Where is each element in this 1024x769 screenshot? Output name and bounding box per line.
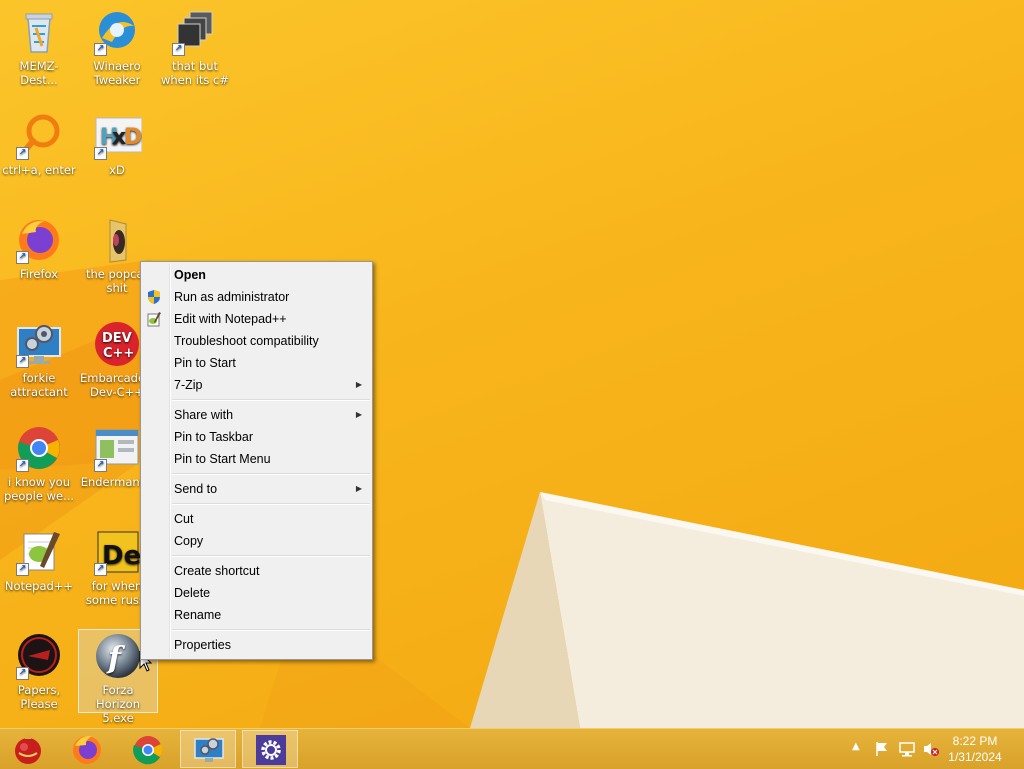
menu-separator (172, 399, 370, 401)
system-tray: ▲ (850, 729, 940, 769)
firefox-icon (73, 735, 101, 764)
clock-date: 1/31/2024 (948, 750, 1002, 764)
shortcut-arrow-icon: ↗ (94, 43, 107, 56)
de-icon: De ↗ (92, 528, 142, 578)
desktop-icon-label: Forza Horizon 5.exe (96, 683, 140, 725)
taskbar-firefox-button[interactable] (59, 730, 115, 768)
monitor-gear-icon (194, 738, 224, 762)
network-icon[interactable] (898, 741, 916, 757)
desktop-icon-label: that but when its c# (160, 59, 230, 87)
desktop-icon-i-know-you[interactable]: ↗ i know you people we... (0, 424, 78, 503)
desktop-icon-winaero[interactable]: ↗ Winaero Tweaker (78, 8, 156, 87)
menu-item-run-as-administrator[interactable]: Run as administrator (141, 286, 372, 308)
volume-muted-icon[interactable] (922, 741, 940, 757)
taskbar: ▲ 8:22 PM 1/31/2024 (0, 728, 1024, 769)
desktop-icon-notepadpp[interactable]: ↗ Notepad++ (0, 528, 78, 593)
menu-item-edit-with-notepadpp[interactable]: Edit with Notepad++ (141, 308, 372, 330)
desktop-icon-that-but-when[interactable]: ↗ that but when its c# (156, 8, 234, 87)
clock-time: 8:22 PM (952, 734, 998, 748)
magnifier-icon: ↗ (14, 112, 64, 162)
desktop-icon-label: Notepad++ (4, 579, 74, 593)
windows-stack-icon: ↗ (170, 8, 220, 58)
recycle-bin-icon (14, 8, 64, 58)
desktop[interactable]: MEMZ-Dest... ↗ Winaero Tweaker ↗ that bu… (0, 0, 1024, 728)
menu-item-delete[interactable]: Delete (141, 582, 372, 604)
menu-item-send-to[interactable]: Send to ▶ (141, 478, 372, 500)
shortcut-arrow-icon: ↗ (94, 459, 107, 472)
chrome-icon: ↗ (14, 424, 64, 474)
shortcut-arrow-icon: ↗ (16, 667, 29, 680)
notepadpp-icon: ↗ (14, 528, 64, 578)
start-button[interactable] (0, 730, 56, 768)
taskbar-chrome-button[interactable] (120, 730, 176, 768)
desktop-icon-label: Firefox (19, 267, 59, 281)
shortcut-arrow-icon: ↗ (172, 43, 185, 56)
shortcut-arrow-icon: ↗ (16, 355, 29, 368)
desktop-icon-label: MEMZ-Dest... (19, 59, 59, 87)
submenu-arrow-icon: ▶ (355, 410, 362, 419)
desktop-icon-label: forkie attractant (10, 371, 68, 399)
shortcut-arrow-icon: ↗ (16, 459, 29, 472)
svg-text:DEV: DEV (102, 331, 132, 346)
submenu-arrow-icon: ▶ (355, 484, 362, 493)
menu-separator (172, 473, 370, 475)
menu-item-rename[interactable]: Rename (141, 604, 372, 626)
shortcut-arrow-icon: ↗ (16, 147, 29, 160)
taskbar-clock[interactable]: 8:22 PM 1/31/2024 (940, 733, 1010, 765)
menu-separator (172, 555, 370, 557)
menu-item-open[interactable]: Open (141, 264, 372, 286)
context-menu: Open Run as administrator Edit with Note… (140, 261, 373, 660)
menu-item-cut[interactable]: Cut (141, 508, 372, 530)
window-app-icon: ↗ (92, 424, 142, 474)
papers-please-icon: ↗ (14, 632, 64, 682)
menu-separator (172, 629, 370, 631)
folder-icon (92, 216, 142, 266)
winaero-icon: ↗ (92, 8, 142, 58)
shortcut-arrow-icon: ↗ (16, 563, 29, 576)
shortcut-arrow-icon: ↗ (94, 147, 107, 160)
desktop-icon-label: xD (109, 163, 125, 177)
menu-item-share-with[interactable]: Share with ▶ (141, 404, 372, 426)
submenu-arrow-icon: ▶ (355, 380, 362, 389)
monitor-gear-icon: ↗ (14, 320, 64, 370)
desktop-icon-label: Papers, Please (17, 683, 61, 711)
flash-icon: f (93, 632, 143, 682)
menu-item-pin-to-start-menu[interactable]: Pin to Start Menu (141, 448, 372, 470)
shortcut-arrow-icon: ↗ (94, 563, 107, 576)
desktop-icon-label: ctrl+a, enter (2, 163, 76, 177)
notepadpp-small-icon (147, 312, 161, 327)
menu-item-pin-to-taskbar[interactable]: Pin to Taskbar (141, 426, 372, 448)
desktop-icon-label: Winaero Tweaker (93, 59, 141, 87)
shield-icon (148, 290, 160, 304)
firefox-icon: ↗ (14, 216, 64, 266)
menu-separator (172, 503, 370, 505)
desktop-icon-papers-please[interactable]: ↗ Papers, Please (0, 632, 78, 711)
svg-text:De: De (102, 541, 141, 571)
desktop-icon-ctrl-a-enter[interactable]: ↗ ctrl+a, enter (0, 112, 78, 177)
show-hidden-icons-chevron[interactable]: ▲ (852, 741, 860, 752)
desktop-icon-memz[interactable]: MEMZ-Dest... (0, 8, 78, 87)
hxd-icon: H x D ↗ (92, 112, 143, 162)
taskbar-settings-button[interactable] (242, 730, 298, 768)
devcpp-icon: DEV C++ (92, 320, 142, 370)
menu-item-properties[interactable]: Properties (141, 634, 372, 656)
svg-text:C++: C++ (103, 346, 134, 361)
desktop-icon-xd[interactable]: H x D ↗ xD (78, 112, 156, 177)
ornament-start-icon (15, 735, 41, 764)
desktop-icon-firefox[interactable]: ↗ Firefox (0, 216, 78, 281)
menu-item-troubleshoot-compatibility[interactable]: Troubleshoot compatibility (141, 330, 372, 352)
desktop-icon-forkie[interactable]: ↗ forkie attractant (0, 320, 78, 399)
menu-item-create-shortcut[interactable]: Create shortcut (141, 560, 372, 582)
menu-item-copy[interactable]: Copy (141, 530, 372, 552)
taskbar-forkie-button[interactable] (180, 730, 236, 768)
chrome-icon (133, 736, 163, 765)
menu-item-pin-to-start[interactable]: Pin to Start (141, 352, 372, 374)
shortcut-arrow-icon: ↗ (16, 251, 29, 264)
action-center-flag-icon[interactable] (874, 741, 890, 757)
menu-item-7zip[interactable]: 7-Zip ▶ (141, 374, 372, 396)
settings-gear-icon (256, 735, 286, 765)
svg-text:D: D (124, 125, 142, 150)
desktop-icon-label: i know you people we... (3, 475, 75, 503)
